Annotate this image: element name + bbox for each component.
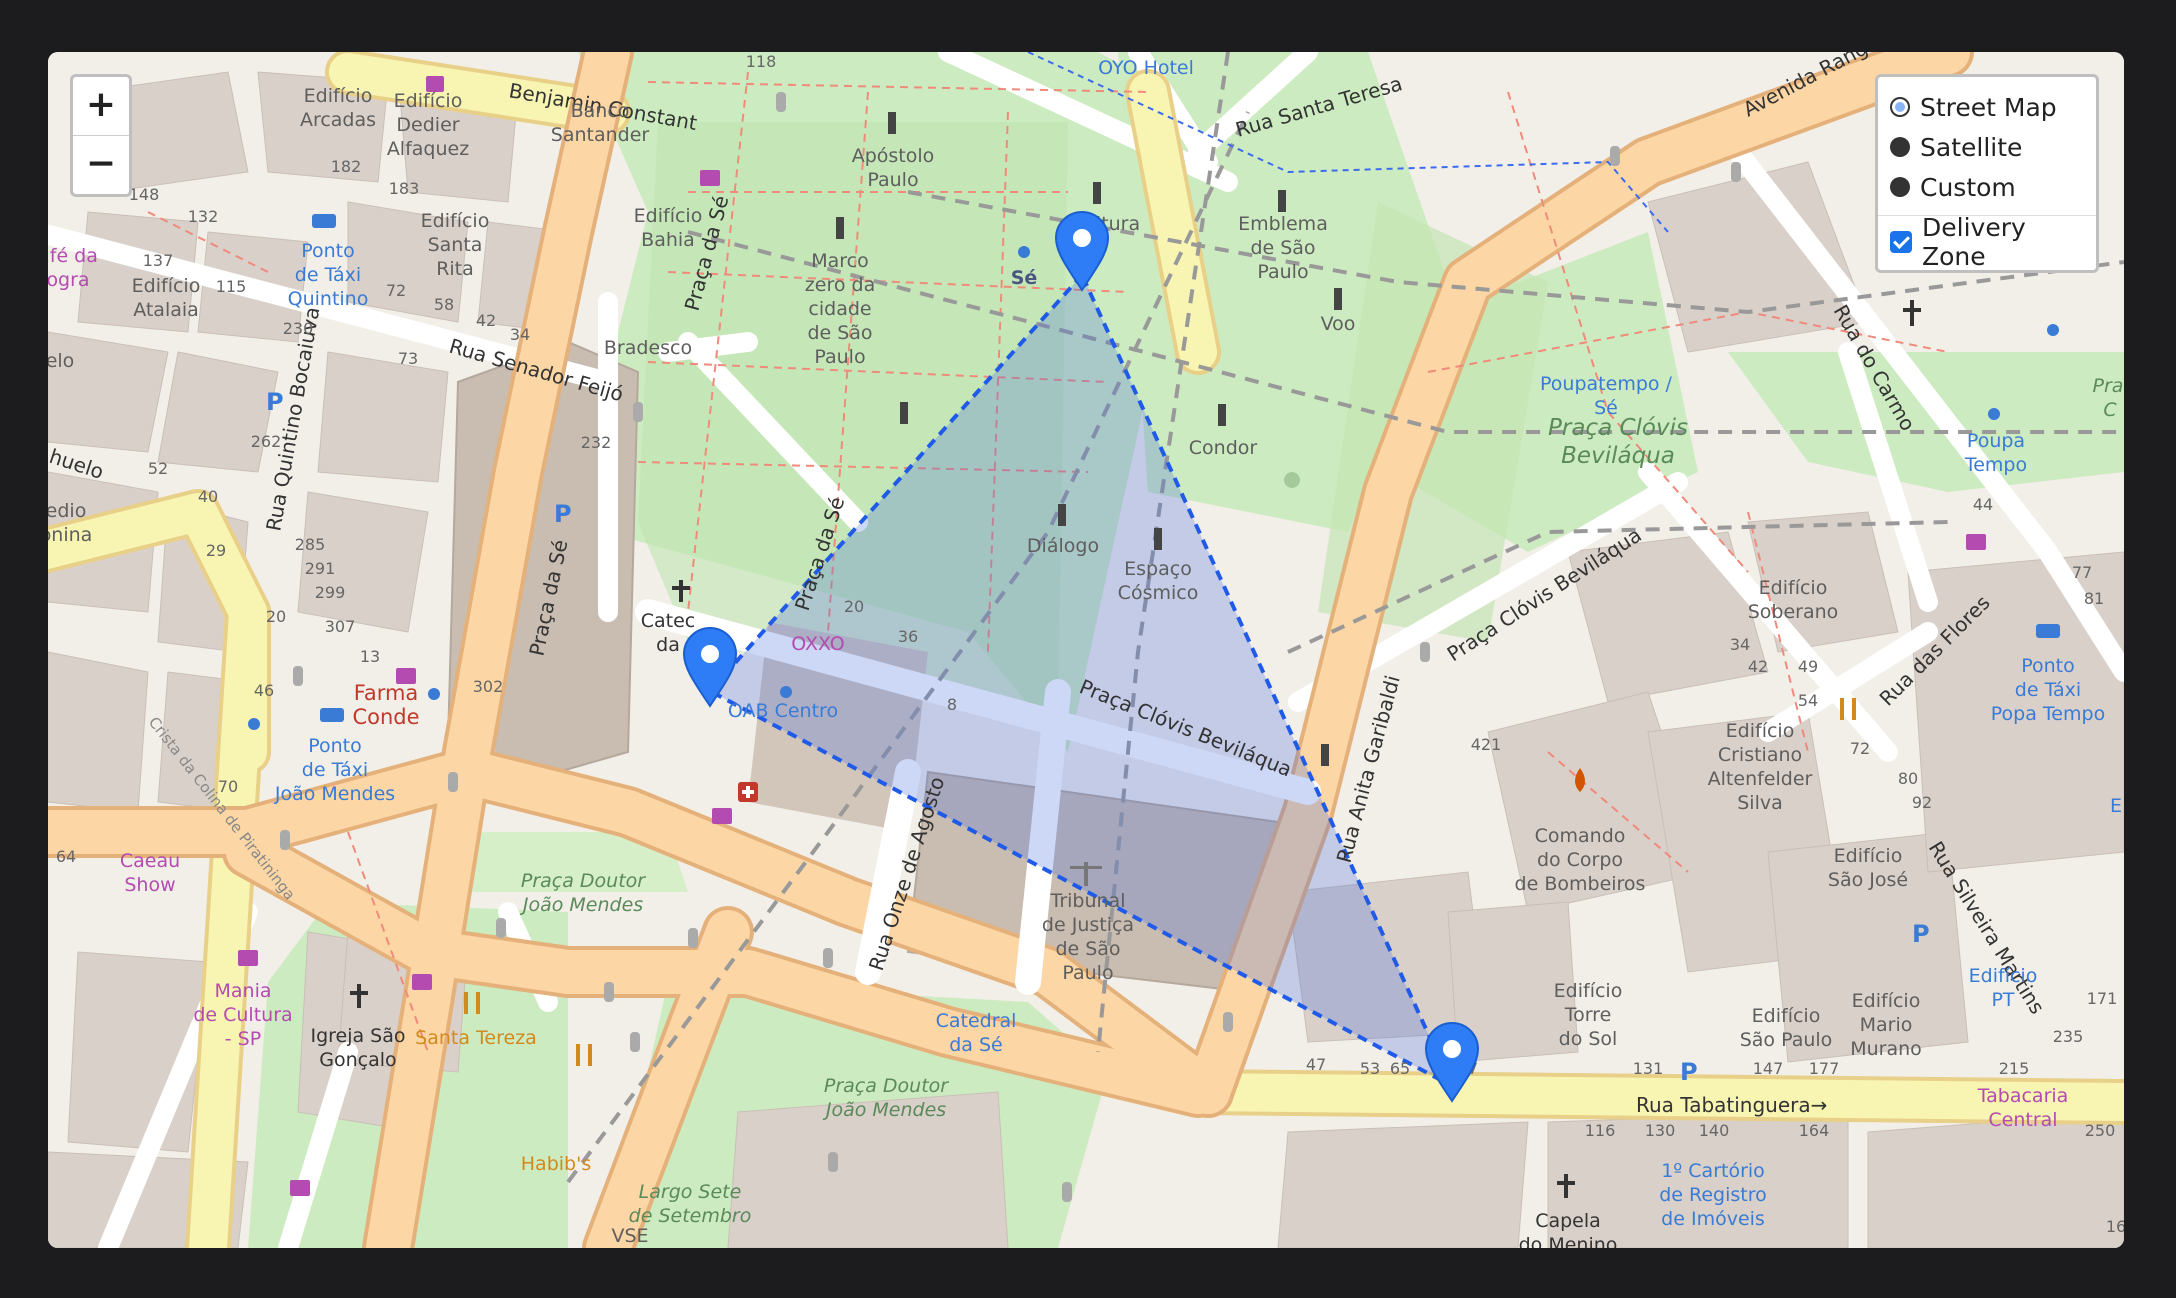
- house-number: 8: [947, 695, 957, 714]
- house-number: 53: [1360, 1059, 1380, 1078]
- map-canvas[interactable]: Benjamin Constant Rua Santa Teresa Aveni…: [48, 52, 2124, 1248]
- house-number: 307: [325, 617, 356, 636]
- house-number: 291: [305, 559, 336, 578]
- house-number: 171: [2087, 989, 2118, 1008]
- radio-street-map[interactable]: [1890, 97, 1910, 117]
- layer-label-satellite: Satellite: [1920, 132, 2023, 162]
- house-number: 130: [1645, 1121, 1676, 1140]
- house-number: 58: [434, 295, 454, 314]
- house-number: 177: [1809, 1059, 1840, 1078]
- layer-label-custom: Custom: [1920, 172, 2016, 202]
- svg-text:P: P: [1912, 920, 1930, 948]
- house-number: 235: [2053, 1027, 2084, 1046]
- layer-label-street-map: Street Map: [1920, 92, 2057, 122]
- house-number: 13: [360, 647, 380, 666]
- overlay-label-delivery-zone: Delivery Zone: [1922, 213, 2026, 271]
- house-number: 299: [315, 583, 346, 602]
- place-cartorio: 1º Cartório de Registro de Imóveis: [1659, 1160, 1767, 1230]
- house-number: 215: [1999, 1059, 2030, 1078]
- house-number: 182: [331, 157, 362, 176]
- street-label-tabatinguera: Rua Tabatinguera→: [1636, 1093, 1827, 1117]
- house-number: 70: [218, 777, 238, 796]
- place-se: Sé: [1011, 267, 1038, 289]
- house-number: 116: [1585, 1121, 1616, 1140]
- house-number: 36: [898, 627, 918, 646]
- place-habibs: Habib's: [521, 1153, 591, 1175]
- house-number: 52: [148, 459, 168, 478]
- house-number: 20: [844, 597, 864, 616]
- place-edificio-dedier: Edifício Dedier Alfaquez: [387, 90, 469, 160]
- place-oyo: OYO Hotel: [1098, 57, 1194, 79]
- house-number: 46: [254, 681, 274, 700]
- place-vse: VSE: [611, 1225, 648, 1247]
- place-e-right: E: [2110, 795, 2122, 817]
- place-santa-tereza: Santa Tereza: [415, 1027, 537, 1049]
- layer-option-satellite[interactable]: Satellite: [1890, 127, 2084, 167]
- house-number: 77: [2072, 563, 2092, 582]
- place-ed-mario: Edifício Mario Murano: [1850, 990, 1922, 1060]
- house-number: 230: [283, 319, 314, 338]
- svg-text:P: P: [1680, 1058, 1698, 1086]
- house-number: 40: [198, 487, 218, 506]
- svg-text:P: P: [554, 500, 572, 528]
- zoom-in-button[interactable]: +: [73, 77, 129, 135]
- house-number: 16: [2106, 1217, 2124, 1236]
- house-number: 64: [56, 847, 76, 866]
- house-number: 29: [206, 541, 226, 560]
- house-number: 302: [473, 677, 504, 696]
- house-number: 20: [266, 607, 286, 626]
- radio-satellite[interactable]: [1890, 137, 1910, 157]
- house-number: 92: [1912, 793, 1932, 812]
- place-marco-zero: Marco zero da cidade de São Paulo: [805, 250, 875, 368]
- house-number: 118: [746, 52, 777, 71]
- house-number: 42: [1748, 657, 1768, 676]
- place-elo: elo: [48, 350, 74, 372]
- house-number: 140: [1699, 1121, 1730, 1140]
- house-number: 34: [510, 325, 530, 344]
- house-number: 47: [1306, 1055, 1326, 1074]
- house-number: 148: [129, 185, 160, 204]
- house-number: 80: [1898, 769, 1918, 788]
- place-oxxo: OXXO: [791, 633, 845, 655]
- house-number: 262: [251, 432, 282, 451]
- house-number: 49: [1798, 657, 1818, 676]
- house-number: 421: [1471, 735, 1502, 754]
- place-oab: OAB Centro: [728, 700, 838, 722]
- house-number: 44: [1973, 495, 1993, 514]
- overlay-option-delivery-zone[interactable]: Delivery Zone: [1890, 213, 2084, 271]
- house-number: 285: [295, 535, 326, 554]
- place-condor: Condor: [1189, 437, 1258, 459]
- house-number: 81: [2084, 589, 2104, 608]
- place-voo: Voo: [1321, 313, 1356, 335]
- radio-custom[interactable]: [1890, 177, 1910, 197]
- house-number: 164: [1799, 1121, 1830, 1140]
- park-feature-icon: [1284, 472, 1300, 488]
- house-number: 250: [2085, 1121, 2116, 1140]
- house-number: 65: [1390, 1059, 1410, 1078]
- house-number: 72: [386, 281, 406, 300]
- checkbox-delivery-zone[interactable]: [1890, 231, 1912, 253]
- house-number: 54: [1798, 691, 1818, 710]
- house-number: 147: [1753, 1059, 1784, 1078]
- house-number: 34: [1730, 635, 1750, 654]
- house-number: 72: [1850, 739, 1870, 758]
- house-number: 183: [389, 179, 420, 198]
- house-number: 115: [216, 277, 247, 296]
- layer-option-custom[interactable]: Custom: [1890, 167, 2084, 207]
- layer-option-street-map[interactable]: Street Map: [1890, 87, 2084, 127]
- zoom-out-button[interactable]: −: [73, 135, 129, 194]
- svg-text:P: P: [266, 388, 284, 416]
- house-number: 73: [398, 349, 418, 368]
- map-container[interactable]: Benjamin Constant Rua Santa Teresa Aveni…: [48, 52, 2124, 1248]
- place-dialogo: Diálogo: [1027, 535, 1099, 557]
- house-number: 132: [188, 207, 219, 226]
- place-bradesco: Bradesco: [604, 337, 692, 359]
- house-number: 232: [581, 433, 612, 452]
- house-number: 131: [1633, 1059, 1664, 1078]
- layers-control: Street Map Satellite Custom Delivery Zon…: [1875, 74, 2099, 273]
- zoom-control: + −: [70, 74, 132, 197]
- house-number: 42: [476, 311, 496, 330]
- house-number: 137: [143, 251, 174, 270]
- place-farma-conde: Farma Conde: [352, 681, 419, 729]
